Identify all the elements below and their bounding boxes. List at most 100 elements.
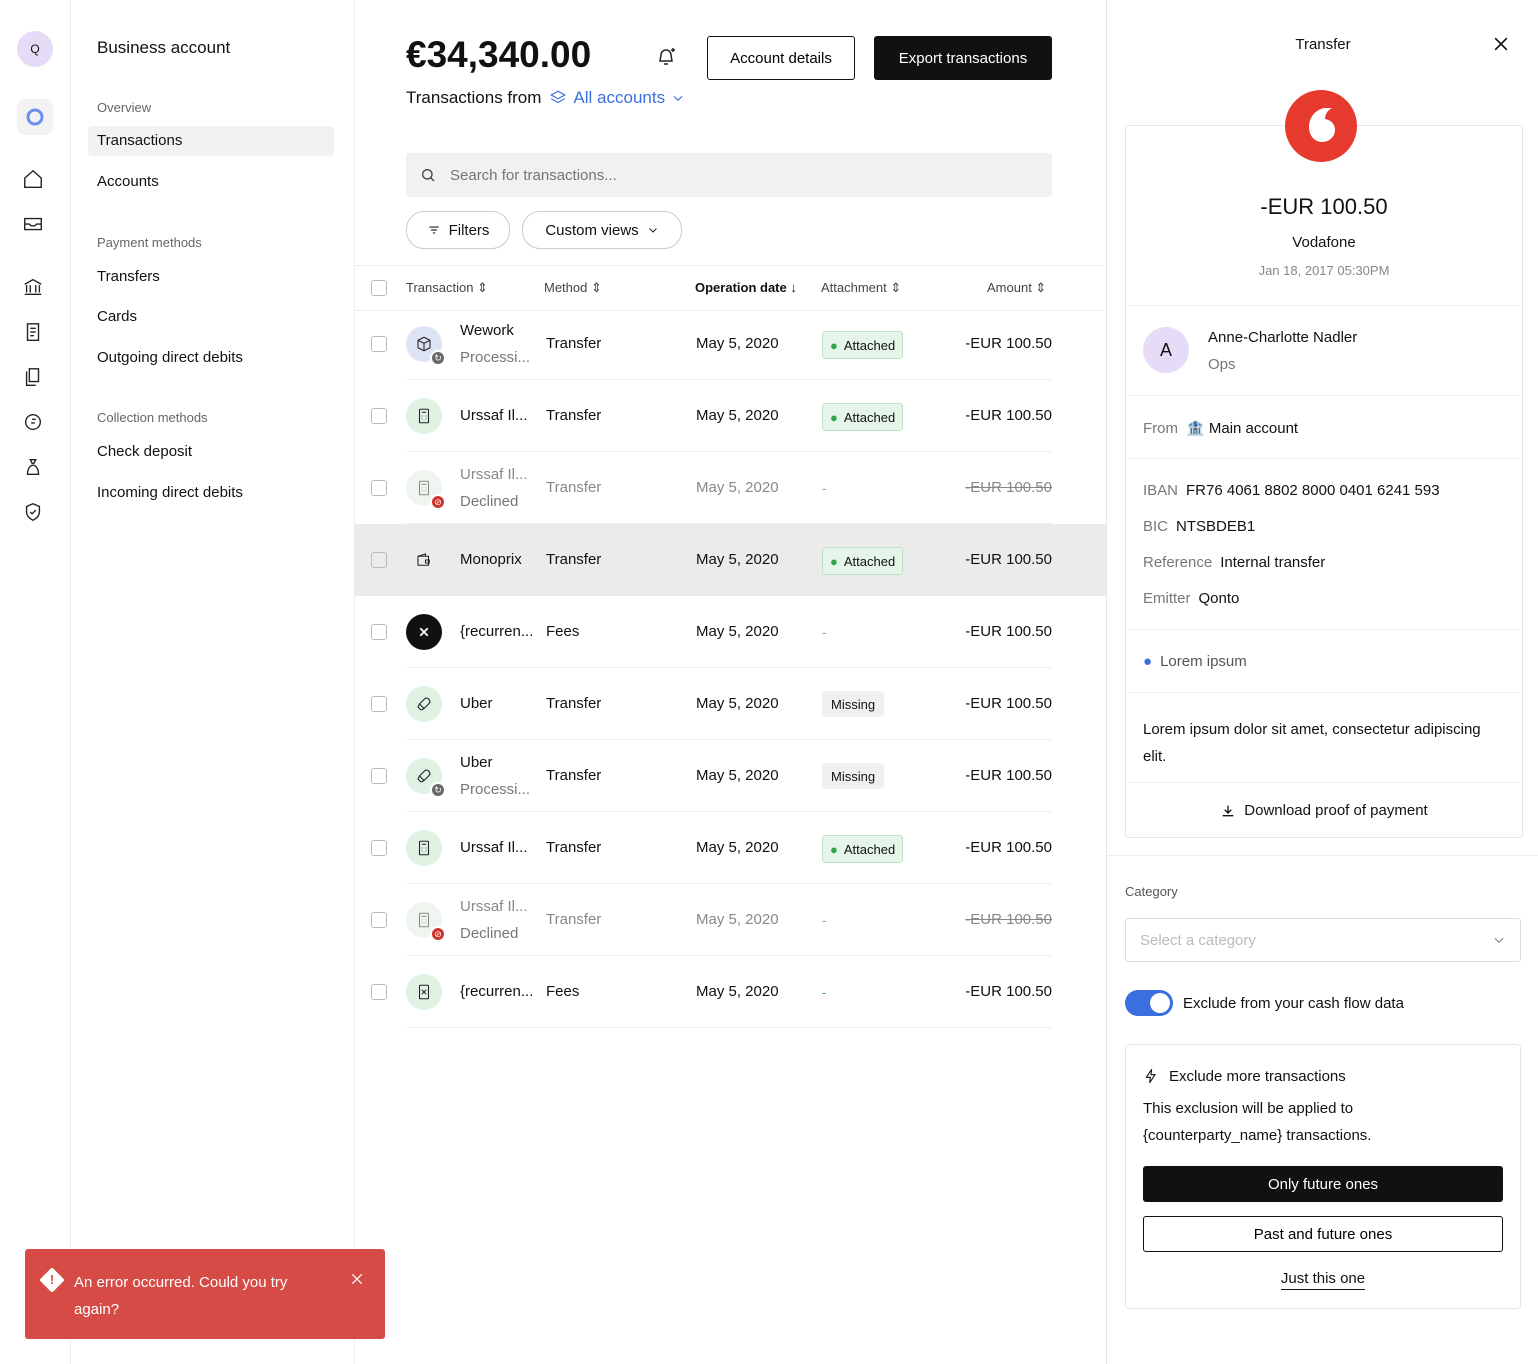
iban-value: FR76 4061 8802 8000 0401 6241 593 xyxy=(1186,482,1440,499)
sidebar-title: Business account xyxy=(97,38,231,57)
home-icon[interactable] xyxy=(22,168,46,192)
calculator-icon xyxy=(418,480,430,496)
table-row[interactable]: Urssaf Il... Transfer May 5, 2020 ● Attac… xyxy=(354,380,1106,452)
close-icon[interactable] xyxy=(1491,34,1511,59)
row-checkbox[interactable] xyxy=(371,624,387,640)
money-bag-icon[interactable] xyxy=(22,456,46,480)
custom-views-button[interactable]: Custom views xyxy=(522,211,682,249)
inbox-icon[interactable] xyxy=(22,213,46,237)
account-details-button[interactable]: Account details xyxy=(707,36,855,80)
sidebar-item-transfers[interactable]: Transfers xyxy=(88,262,334,292)
invoice-icon[interactable] xyxy=(22,321,46,345)
sidebar-item-check-deposit[interactable]: Check deposit xyxy=(88,437,334,467)
organization-logo[interactable] xyxy=(17,99,53,135)
x-logo-icon xyxy=(419,627,429,637)
transaction-name: Urssaf Il... xyxy=(460,898,528,915)
notification-bell-icon[interactable] xyxy=(654,45,678,74)
transaction-method: Fees xyxy=(546,623,580,640)
shield-icon[interactable] xyxy=(22,501,46,525)
accounts-dropdown[interactable]: All accounts xyxy=(549,88,685,108)
qonto-icon xyxy=(26,108,44,126)
sidebar-item-cards[interactable]: Cards xyxy=(88,302,334,332)
sidebar-item-accounts[interactable]: Accounts xyxy=(88,167,334,197)
table-row[interactable]: ⊘ Urssaf Il... Declined Transfer May 5, … xyxy=(354,884,1106,956)
avatar[interactable]: Q xyxy=(17,31,53,67)
attachment-missing-badge[interactable]: Missing xyxy=(822,763,885,789)
main-content: €34,340.00 Account details Export transa… xyxy=(354,0,1106,1364)
download-proof-button[interactable]: Download proof of payment xyxy=(1126,802,1522,819)
row-checkbox[interactable] xyxy=(371,480,387,496)
search-input[interactable] xyxy=(448,165,1042,185)
attachment-empty: - xyxy=(822,984,827,1000)
transaction-avatar: ↻ xyxy=(406,326,446,366)
attachment-badge[interactable]: ● Attached xyxy=(822,403,904,431)
documents-icon[interactable] xyxy=(22,366,46,390)
attachment-empty: - xyxy=(822,480,827,496)
row-checkbox[interactable] xyxy=(371,912,387,928)
only-future-button[interactable]: Only future ones xyxy=(1143,1166,1503,1202)
from-account: From 🏦 Main account xyxy=(1143,419,1298,437)
table-row[interactable]: Monoprix Transfer May 5, 2020 ● Attached … xyxy=(354,524,1106,596)
filters-button[interactable]: Filters xyxy=(406,211,510,249)
sidebar-item-outgoing-direct-debits[interactable]: Outgoing direct debits xyxy=(88,343,334,373)
close-icon[interactable] xyxy=(349,1271,365,1292)
table-row[interactable]: Urssaf Il... Transfer May 5, 2020 ● Attac… xyxy=(354,812,1106,884)
column-transaction[interactable]: Transaction ⇕ xyxy=(406,280,488,296)
transaction-date: May 5, 2020 xyxy=(696,839,779,856)
row-checkbox[interactable] xyxy=(371,696,387,712)
euro-request-icon[interactable] xyxy=(22,411,46,435)
search-bar[interactable] xyxy=(406,153,1052,197)
table-row[interactable]: {recurren... Fees May 5, 2020 - -EUR 100… xyxy=(354,596,1106,668)
table-row[interactable]: ↻ Uber Processi... Transfer May 5, 2020 … xyxy=(354,740,1106,812)
exclude-cash-flow-toggle[interactable] xyxy=(1125,990,1173,1016)
table-row[interactable]: {recurren... Fees May 5, 2020 - -EUR 100… xyxy=(354,956,1106,1028)
attachment-missing-badge[interactable]: Missing xyxy=(822,691,885,717)
export-transactions-button[interactable]: Export transactions xyxy=(874,36,1052,80)
sidebar-item-incoming-direct-debits[interactable]: Incoming direct debits xyxy=(88,478,334,508)
category-select[interactable]: Select a category xyxy=(1125,918,1521,962)
row-checkbox[interactable] xyxy=(371,408,387,424)
layers-icon xyxy=(550,90,567,104)
row-checkbox[interactable] xyxy=(371,552,387,568)
table-row[interactable]: ⊘ Urssaf Il... Declined Transfer May 5, … xyxy=(354,452,1106,524)
attachment-empty: - xyxy=(822,624,827,640)
calculator-icon xyxy=(418,408,430,424)
transaction-avatar: ⊘ xyxy=(406,470,446,510)
sidebar-item-transactions[interactable]: Transactions xyxy=(88,126,334,156)
column-amount[interactable]: Amount ⇕ xyxy=(987,280,1046,296)
transaction-name: Wework xyxy=(460,322,514,339)
transaction-name: Uber xyxy=(460,695,493,712)
attachment-badge[interactable]: ● Attached xyxy=(822,331,904,359)
column-operation-date[interactable]: Operation date ↓ xyxy=(695,280,797,295)
row-checkbox[interactable] xyxy=(371,840,387,856)
attachment-badge[interactable]: ● Attached xyxy=(822,547,904,575)
column-method[interactable]: Method ⇕ xyxy=(544,280,602,296)
transaction-date: May 5, 2020 xyxy=(696,335,779,352)
row-checkbox[interactable] xyxy=(371,336,387,352)
past-and-future-button[interactable]: Past and future ones xyxy=(1143,1216,1503,1252)
transaction-note: Lorem ipsum dolor sit amet, consectetur … xyxy=(1143,721,1481,765)
transaction-method: Transfer xyxy=(546,839,602,856)
check-circle-icon: ● xyxy=(830,337,838,353)
bank-emoji-icon: 🏦 xyxy=(1186,420,1205,437)
search-icon xyxy=(422,169,435,182)
rocket-icon xyxy=(417,769,431,783)
transaction-amount: -EUR 100.50 xyxy=(965,479,1052,496)
transaction-detail-panel: Transfer -EUR 100.50 Vodafone Jan 18, 20… xyxy=(1106,0,1538,1364)
sidebar-section-overview: Overview xyxy=(97,100,152,115)
just-this-one-link[interactable]: Just this one xyxy=(1126,1270,1520,1290)
transaction-method: Transfer xyxy=(546,551,602,568)
table-row[interactable]: ↻ Wework Processi... Transfer May 5, 202… xyxy=(354,308,1106,380)
icon-rail: Q xyxy=(0,0,71,1364)
column-attachment[interactable]: Attachment ⇕ xyxy=(821,280,901,296)
error-toast: ! An error occurred. Could you try again… xyxy=(25,1249,385,1339)
row-checkbox[interactable] xyxy=(371,768,387,784)
row-checkbox[interactable] xyxy=(371,984,387,1000)
transaction-status: Declined xyxy=(460,925,519,942)
panel-datetime: Jan 18, 2017 05:30PM xyxy=(1258,263,1390,278)
table-row[interactable]: Uber Transfer May 5, 2020 Missing -EUR 1… xyxy=(354,668,1106,740)
iban-row: IBAN FR76 4061 8802 8000 0401 6241 593 xyxy=(1143,482,1440,499)
bank-icon[interactable] xyxy=(22,276,46,300)
select-all-checkbox[interactable] xyxy=(371,280,387,296)
attachment-badge[interactable]: ● Attached xyxy=(822,835,904,863)
